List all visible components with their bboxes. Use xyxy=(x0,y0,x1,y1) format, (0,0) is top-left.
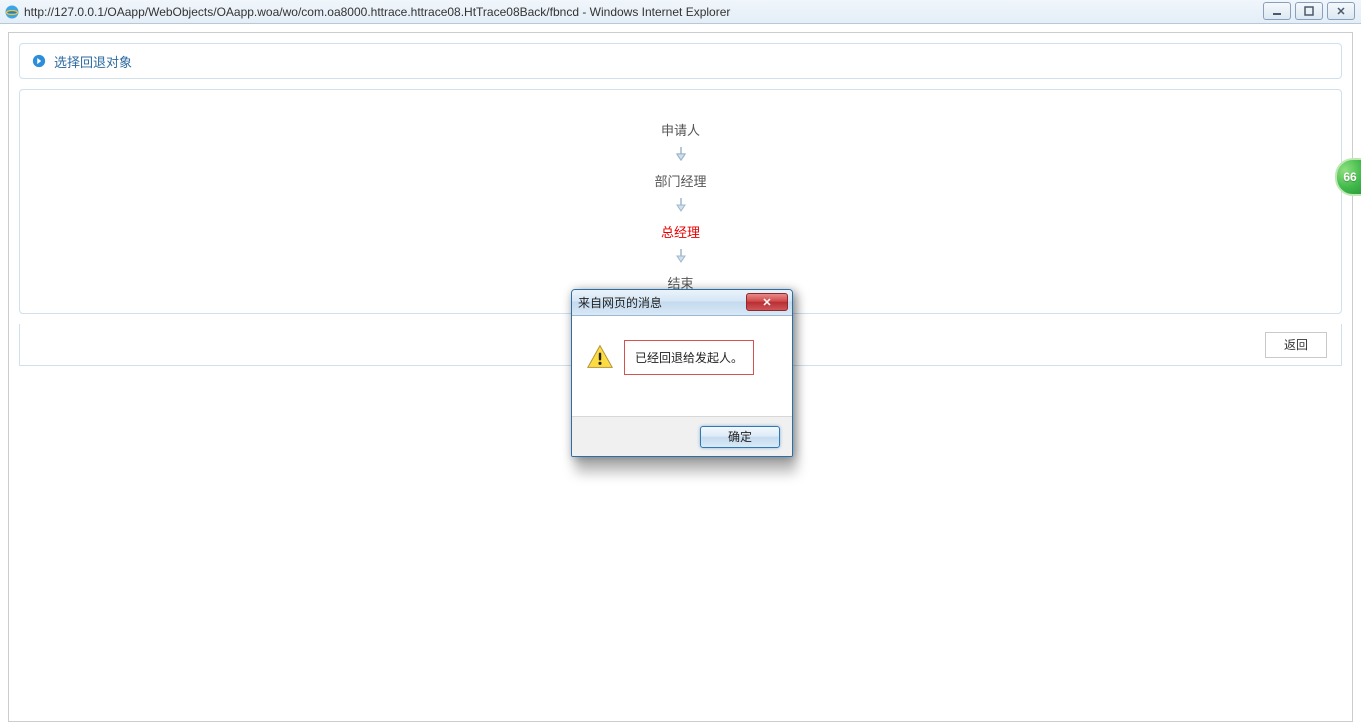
ok-button[interactable]: 确定 xyxy=(700,426,780,448)
maximize-button[interactable] xyxy=(1295,2,1323,20)
flow-step-dept-manager: 部门经理 xyxy=(20,173,1341,191)
dialog-message: 已经回退给发起人。 xyxy=(624,340,754,375)
arrow-down-icon xyxy=(674,248,688,266)
arrow-down-icon xyxy=(674,197,688,215)
side-badge[interactable]: 66 xyxy=(1335,158,1361,196)
workflow-area: 申请人 部门经理 总经理 结束 xyxy=(19,89,1342,314)
dialog-title-text: 来自网页的消息 xyxy=(578,294,662,311)
dialog-title-bar: 来自网页的消息 ✕ xyxy=(572,290,792,316)
ie-icon xyxy=(4,4,20,20)
browser-title-bar: http://127.0.0.1/OAapp/WebObjects/OAapp.… xyxy=(0,0,1361,24)
arrow-down-icon xyxy=(674,146,688,164)
panel-header: 选择回退对象 xyxy=(19,43,1342,79)
flow-step-general-manager: 总经理 xyxy=(20,224,1341,242)
warning-icon xyxy=(586,344,614,370)
dialog-close-button[interactable]: ✕ xyxy=(746,293,788,311)
close-window-button[interactable] xyxy=(1327,2,1355,20)
dialog-body: 已经回退给发起人。 xyxy=(572,316,792,416)
panel-title: 选择回退对象 xyxy=(54,52,132,71)
dialog-footer: 确定 xyxy=(572,416,792,456)
minimize-button[interactable] xyxy=(1263,2,1291,20)
window-controls xyxy=(1263,2,1355,20)
flow-step-applicant: 申请人 xyxy=(20,122,1341,140)
address-bar-text: http://127.0.0.1/OAapp/WebObjects/OAapp.… xyxy=(24,5,1357,19)
arrow-circle-icon xyxy=(32,54,46,68)
return-button[interactable]: 返回 xyxy=(1265,332,1327,358)
alert-dialog: 来自网页的消息 ✕ 已经回退给发起人。 确定 xyxy=(571,289,793,457)
close-icon: ✕ xyxy=(762,296,771,309)
